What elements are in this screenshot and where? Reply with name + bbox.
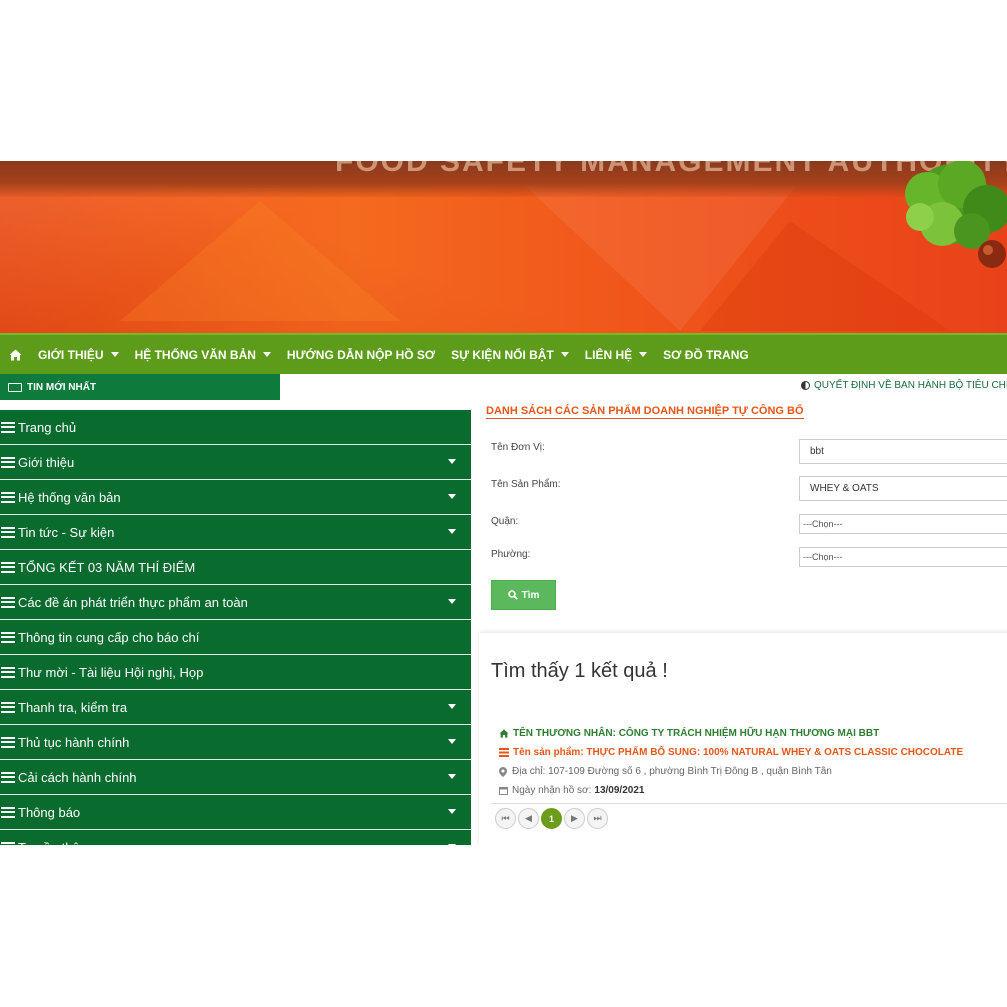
map-marker-icon [499, 766, 507, 777]
vegetable-icon [905, 161, 1007, 268]
newspaper-icon [8, 382, 22, 392]
result-address: Địa chỉ: 107-109 Đường số 6 , phường Bìn… [499, 766, 832, 777]
product-label: Tên Sản Phẩm: [491, 479, 561, 490]
sidebar-item[interactable]: Các đề án phát triển thực phẩm an toàn [0, 585, 471, 620]
list-icon [1, 841, 15, 846]
search-button[interactable]: Tìm [491, 580, 556, 610]
nav-item-huong-dan-nop-ho-so[interactable]: HƯỚNG DẪN NỘP HỒ SƠ [279, 334, 443, 375]
sidebar-item[interactable]: Giới thiệu [0, 445, 471, 480]
sidebar-item-label: Các đề án phát triển thực phẩm an toàn [18, 594, 248, 610]
caret-down-icon[interactable] [448, 774, 456, 779]
caret-down-icon[interactable] [448, 809, 456, 814]
sidebar-item-label: Hệ thống văn bản [18, 489, 121, 505]
sidebar-item-label: Trang chủ [18, 419, 77, 435]
sidebar-item[interactable]: Thư mời - Tài liệu Hội nghị, Họp [0, 655, 471, 690]
list-icon [1, 806, 15, 818]
ward-select[interactable]: ---Chọn--- [799, 547, 1007, 567]
sidebar-item-label: Thông tin cung cấp cho báo chí [18, 629, 200, 645]
list-icon [1, 631, 15, 643]
sidebar-item[interactable]: Hệ thống văn bản [0, 480, 471, 515]
sidebar-item[interactable]: Truyền thông [0, 830, 471, 845]
ward-label: Phường: [491, 549, 531, 560]
list-icon [1, 596, 15, 608]
sidebar-item[interactable]: Cải cách hành chính [0, 760, 471, 795]
latest-news-label: TIN MỚI NHẤT [0, 374, 280, 400]
list-icon [1, 561, 15, 573]
caret-down-icon [560, 352, 569, 357]
caret-down-icon [639, 352, 648, 357]
page-button-current[interactable]: 1 [541, 808, 562, 829]
last-page-button[interactable]: ⏭ [587, 808, 608, 829]
sidebar-menu: Trang chủ Giới thiệu Hệ thống văn bản Tin t… [0, 410, 471, 845]
list-icon [1, 421, 15, 433]
calendar-icon [499, 787, 508, 795]
result-product[interactable]: Tên sản phẩm: THỰC PHẨM BỔ SUNG: 100% NA… [499, 747, 963, 758]
sidebar-item-label: Thư mời - Tài liệu Hội nghị, Họp [18, 664, 204, 680]
form-title: DANH SÁCH CÁC SẢN PHẨM DOANH NGHIỆP TỰ C… [486, 405, 804, 419]
caret-down-icon[interactable] [448, 494, 456, 499]
product-input[interactable]: WHEY & OATS [799, 476, 1007, 501]
next-page-button[interactable]: ▶ [564, 808, 585, 829]
nav-home[interactable] [0, 349, 30, 361]
unit-input[interactable]: bbt [799, 439, 1007, 464]
main-nav: GIỚI THIỆU HỆ THỐNG VĂN BẢN HƯỚNG DẪN NỘ… [0, 333, 1007, 374]
sidebar-item-label: TỔNG KẾT 03 NĂM THÍ ĐIỂM [18, 559, 196, 575]
list-icon [1, 526, 15, 538]
sidebar-item-label: Thông báo [18, 804, 81, 820]
unit-label: Tên Đơn Vị: [491, 442, 545, 453]
caret-down-icon[interactable] [448, 704, 456, 709]
page-frame: FOOD SAFETY MANAGEMENT AUTHORITY OF HCM … [0, 161, 1007, 845]
list-icon [1, 666, 15, 678]
list-icon [1, 456, 15, 468]
pagination: ⏮ ◀ 1 ▶ ⏭ [495, 808, 608, 829]
list-icon [1, 771, 15, 783]
sidebar-item-label: Thanh tra, kiểm tra [18, 699, 128, 715]
sidebar-item[interactable]: Thủ tục hành chính [0, 725, 471, 760]
caret-down-icon[interactable] [448, 739, 456, 744]
caret-down-icon[interactable] [448, 459, 456, 464]
district-label: Quận: [491, 516, 519, 527]
results-count: Tìm thấy 1 kết quả ! [491, 660, 668, 682]
sidebar-item-label: Thủ tục hành chính [18, 734, 130, 750]
list-icon [1, 736, 15, 748]
home-icon [9, 349, 21, 360]
nav-item-gioi-thieu[interactable]: GIỚI THIỆU [30, 334, 127, 375]
sidebar-item[interactable]: TỔNG KẾT 03 NĂM THÍ ĐIỂM [0, 550, 471, 585]
caret-down-icon [262, 352, 271, 357]
caret-down-icon[interactable] [448, 599, 456, 604]
home-icon [499, 729, 509, 738]
sidebar-item-label: Truyền thông [18, 840, 94, 846]
nav-item-so-do-trang[interactable]: SƠ ĐỒ TRANG [655, 334, 757, 375]
sidebar-item-label: Tin tức - Sự kiện [18, 524, 115, 540]
result-date: Ngày nhận hồ sơ: 13/09/2021 [499, 785, 644, 796]
nav-item-he-thong-van-ban[interactable]: HỆ THỐNG VĂN BẢN [127, 334, 279, 375]
result-trader[interactable]: TÊN THƯƠNG NHÂN: CÔNG TY TRÁCH NHIỆM HỮU… [499, 728, 879, 739]
caret-down-icon[interactable] [448, 844, 456, 845]
news-row: TIN MỚI NHẤT QUYẾT ĐỊNH VỀ BAN HÀNH BỘ T… [0, 374, 1007, 400]
list-icon [1, 701, 15, 713]
sidebar-item[interactable]: Thông tin cung cấp cho báo chí [0, 620, 471, 655]
sidebar-item[interactable]: Thông báo [0, 795, 471, 830]
sidebar-item-label: Giới thiệu [18, 454, 75, 470]
header-banner: FOOD SAFETY MANAGEMENT AUTHORITY OF HCM … [0, 161, 1007, 333]
list-icon [499, 748, 509, 757]
results-divider [491, 803, 1007, 804]
nav-item-lien-he[interactable]: LIÊN HỆ [577, 334, 655, 375]
sidebar-item-label: Cải cách hành chính [18, 769, 137, 785]
sidebar-item[interactable]: Thanh tra, kiểm tra [0, 690, 471, 725]
prev-page-button[interactable]: ◀ [518, 808, 539, 829]
list-icon [1, 491, 15, 503]
sidebar-item[interactable]: Trang chủ [0, 410, 471, 445]
sidebar-item[interactable]: Tin tức - Sự kiện [0, 515, 471, 550]
adjust-icon [801, 381, 810, 390]
first-page-button[interactable]: ⏮ [495, 808, 516, 829]
search-icon [507, 590, 518, 600]
news-ticker[interactable]: QUYẾT ĐỊNH VỀ BAN HÀNH BỘ TIÊU CHÍ Đ [801, 380, 1007, 391]
nav-item-su-kien-noi-bat[interactable]: SỰ KIỆN NỔI BẬT [443, 334, 577, 375]
caret-down-icon[interactable] [448, 529, 456, 534]
caret-down-icon [110, 352, 119, 357]
district-select[interactable]: ---Chọn--- [799, 514, 1007, 534]
